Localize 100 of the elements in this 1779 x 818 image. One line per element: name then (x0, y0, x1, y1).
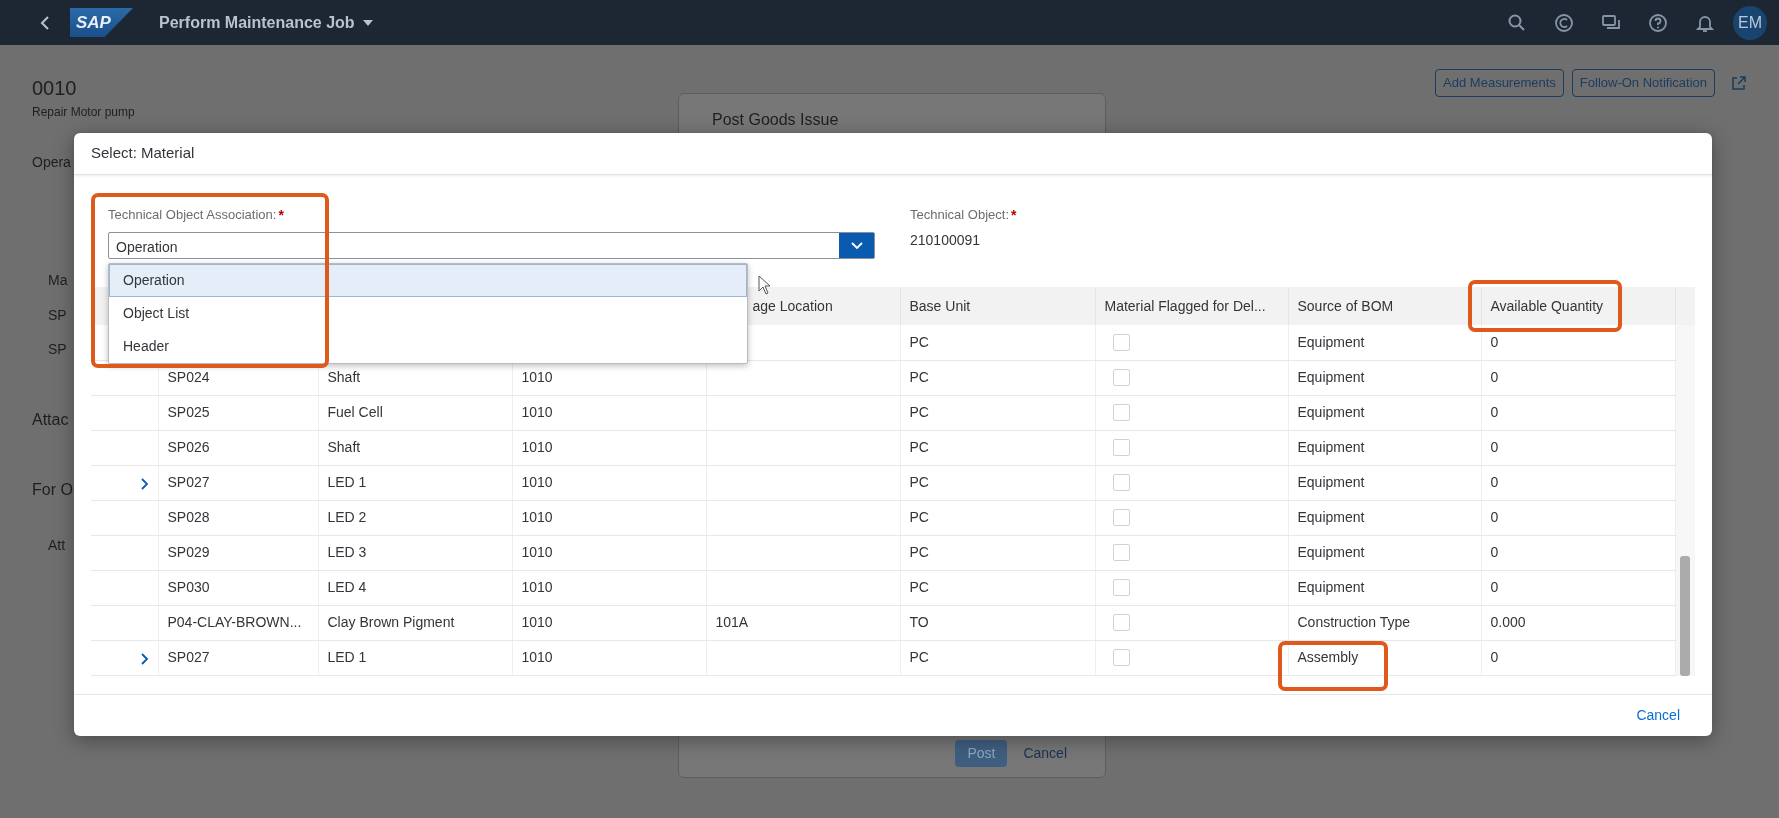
table-cell: Equipment (1297, 474, 1365, 491)
checkbox[interactable] (1112, 474, 1130, 492)
table-cell: 1010 (521, 614, 553, 631)
table-cell: 0 (1490, 649, 1499, 666)
table-cell: PC (909, 333, 929, 350)
table-cell: 1010 (521, 649, 553, 666)
checkbox[interactable] (1112, 404, 1130, 422)
table-cell: 1010 (521, 404, 553, 421)
table-cell: 0 (1490, 544, 1499, 561)
table-cell: Assembly (1297, 649, 1359, 666)
checkbox[interactable] (1112, 439, 1130, 457)
cancel-button[interactable]: Cancel (1632, 703, 1684, 728)
checkbox[interactable] (1112, 614, 1130, 632)
table-cell: Equipment (1297, 579, 1365, 596)
table-cell: SP024 (167, 369, 210, 386)
table-cell: PC (909, 544, 929, 561)
table-cell: 0 (1490, 333, 1499, 350)
dropdown-option[interactable]: Header (109, 330, 747, 363)
table-cell: Shaft (327, 439, 361, 456)
table-cell: SP029 (167, 544, 210, 561)
table-cell: SP027 (167, 649, 210, 666)
dropdown-button[interactable] (839, 233, 874, 258)
dialog-title: Select: Material (91, 143, 195, 164)
table-cell: SP027 (167, 474, 210, 491)
object-description: Repair Motor pump (32, 104, 135, 121)
table-cell: SP (48, 306, 67, 324)
table-cell: LED 1 (327, 474, 367, 491)
table-cell: 1010 (521, 544, 553, 561)
caret-icon[interactable] (362, 19, 373, 26)
table-cell: Equipment (1297, 544, 1365, 561)
field-value: 210100091 (910, 231, 982, 250)
table-cell: Equipment (1297, 369, 1365, 386)
table-cell: P04-CLAY-BROWN... (167, 614, 302, 631)
object-title: 0010 (32, 76, 78, 100)
table-cell: 0 (1490, 439, 1499, 456)
table-cell: Fuel Cell (327, 404, 383, 421)
table-cell: 1010 (521, 439, 553, 456)
table-cell: Equipment (1297, 509, 1365, 526)
checkbox[interactable] (1112, 509, 1130, 527)
table-cell: 0 (1490, 474, 1499, 491)
expand-icon[interactable] (140, 652, 149, 665)
table-cell: Equipment (1297, 333, 1365, 350)
table-cell: Equipment (1297, 439, 1365, 456)
search-icon[interactable] (1507, 12, 1527, 33)
logo[interactable]: SAP (70, 8, 133, 37)
share-icon[interactable] (1731, 74, 1747, 91)
cursor-icon (758, 275, 772, 295)
checkbox[interactable] (1112, 649, 1130, 667)
section-title: Attac (32, 410, 69, 430)
checkbox[interactable] (1112, 544, 1130, 562)
table-cell: PC (909, 579, 929, 596)
table-cell: PC (909, 509, 929, 526)
help-icon[interactable] (1648, 12, 1668, 33)
column-header[interactable]: age Location (752, 297, 833, 314)
checkbox[interactable] (1112, 333, 1130, 351)
table-cell: SP028 (167, 509, 210, 526)
dropdown-option[interactable]: Object List (109, 297, 747, 330)
table-cell: PC (909, 649, 929, 666)
popover-title: Post Goods Issue (711, 110, 840, 130)
table-cell: 0 (1490, 509, 1499, 526)
table-cell: SP025 (167, 404, 210, 421)
table-cell: 1010 (521, 369, 553, 386)
checkbox[interactable] (1112, 579, 1130, 597)
table-cell: Shaft (327, 369, 361, 386)
column-header[interactable]: Base Unit (909, 297, 971, 314)
table-cell: SP030 (167, 579, 210, 596)
table-cell: 1010 (521, 509, 553, 526)
back-icon[interactable] (40, 14, 50, 31)
select-field[interactable]: Operation (108, 232, 875, 259)
table-cell: Att (48, 536, 66, 554)
required-mark: * (1011, 206, 1017, 225)
table-cell: 0 (1490, 579, 1499, 596)
table-cell: Equipment (1297, 404, 1365, 421)
table-cell: Clay Brown Pigment (327, 614, 455, 631)
table-cell: 101A (715, 614, 749, 631)
checkbox[interactable] (1112, 369, 1130, 387)
table-cell: 1010 (521, 579, 553, 596)
table-cell: LED 2 (327, 509, 367, 526)
table-cell: SP (48, 340, 67, 358)
table-cell: PC (909, 404, 929, 421)
table-cell: 0.000 (1490, 614, 1526, 631)
field-label: Technical Object Association: (108, 206, 277, 224)
table-cell: Construction Type (1297, 614, 1411, 631)
table-cell: 1010 (521, 474, 553, 491)
user-avatar[interactable]: EM (1733, 5, 1767, 40)
table-cell: 0 (1490, 369, 1499, 386)
table-cell: LED 4 (327, 579, 367, 596)
table-cell: PC (909, 439, 929, 456)
circle-icon[interactable] (1554, 12, 1574, 33)
scrollbar-thumb[interactable] (1680, 556, 1690, 676)
table-cell: PC (909, 369, 929, 386)
dropdown-option[interactable]: Operation (109, 264, 747, 297)
table-cell: Ma (48, 271, 68, 289)
app-title[interactable]: Perform Maintenance Job (159, 10, 355, 35)
table-cell: SP026 (167, 439, 210, 456)
table-cell: TO (909, 614, 929, 631)
chevron-down-icon (850, 241, 863, 250)
table-cell: PC (909, 474, 929, 491)
required-mark: * (278, 206, 284, 225)
expand-icon[interactable] (140, 477, 149, 490)
